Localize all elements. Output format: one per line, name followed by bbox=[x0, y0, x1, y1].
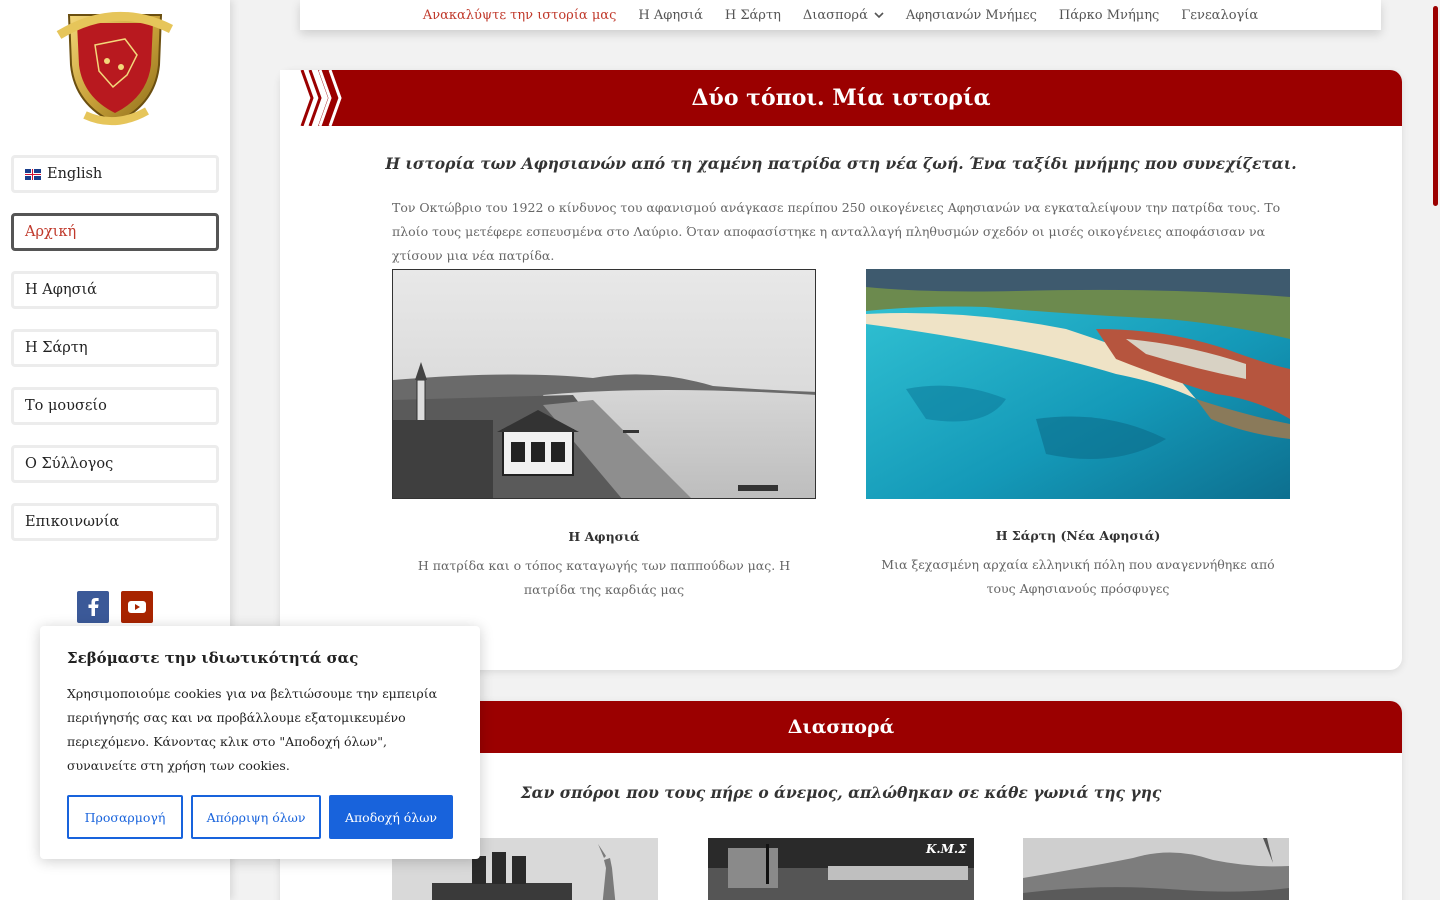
nav-label: Ανακαλύψτε την ιστορία μας bbox=[422, 7, 617, 23]
station-photo-caption: Κ.Μ.Σ bbox=[925, 842, 967, 856]
nav-label: Πάρκο Μνήμης bbox=[1058, 7, 1160, 23]
nav-diaspora[interactable]: Διασπορά bbox=[803, 8, 884, 23]
nav-label: Γενεαλογία bbox=[1181, 7, 1259, 23]
diaspora-heading: Διασπορά bbox=[787, 716, 895, 738]
sidebar-item-label: Το μουσείο bbox=[25, 398, 107, 414]
afisia-historic-photo bbox=[392, 269, 816, 499]
chevron-decoration-icon bbox=[280, 70, 342, 126]
language-label: English bbox=[47, 166, 103, 182]
sidebar-item-label: Επικοινωνία bbox=[25, 514, 120, 530]
youtube-icon bbox=[128, 601, 146, 613]
diaspora-landscape-image bbox=[1023, 838, 1289, 900]
nav-memorial-park[interactable]: Πάρκο Μνήμης bbox=[1059, 8, 1159, 23]
nav-memories[interactable]: Αφησιανών Μνήμες bbox=[906, 8, 1037, 23]
place1-description: Η πατρίδα και ο τόπος καταγωγής των παππ… bbox=[417, 558, 791, 597]
two-places-section: Δύο τόποι. Μία ιστορία Η ιστορία των Αφη… bbox=[280, 70, 1402, 670]
sidebar-item-home[interactable]: Αρχική bbox=[11, 213, 219, 251]
nav-discover-history[interactable]: Ανακαλύψτε την ιστορία μας bbox=[423, 8, 617, 23]
section-subtitle: Η ιστορία των Αφησιανών από τη χαμένη πα… bbox=[385, 154, 1297, 173]
uk-flag-icon bbox=[25, 168, 41, 180]
intro-paragraph: Τον Οκτώβριο του 1922 ο κίνδυνος του αφα… bbox=[392, 200, 1281, 263]
place1-title: Η Αφησιά bbox=[568, 529, 640, 544]
nav-afisia[interactable]: Η Αφησιά bbox=[638, 8, 703, 23]
facebook-link[interactable] bbox=[77, 591, 109, 623]
nav-label: Η Σάρτη bbox=[724, 7, 781, 23]
diaspora-photo-station: Κ.Μ.Σ bbox=[708, 838, 974, 900]
language-switcher-english[interactable]: English bbox=[11, 155, 219, 193]
youtube-link[interactable] bbox=[121, 591, 153, 623]
association-crest-logo[interactable] bbox=[55, 5, 175, 127]
place2-description: Μια ξεχασμένη αρχαία ελληνική πόλη που α… bbox=[881, 557, 1275, 596]
diaspora-station-image: Κ.Μ.Σ bbox=[708, 838, 974, 900]
cookie-title: Σεβόμαστε την ιδιωτικότητά σας bbox=[67, 649, 359, 667]
section-banner: Δύο τόποι. Μία ιστορία bbox=[280, 70, 1402, 126]
afisia-historic-image bbox=[393, 270, 815, 498]
nav-genealogy[interactable]: Γενεαλογία bbox=[1181, 8, 1258, 23]
sarti-aerial-image bbox=[866, 269, 1290, 499]
sidebar-item-label: Η Αφησιά bbox=[25, 282, 97, 298]
cookie-reject-all-button[interactable]: Απόρριψη όλων bbox=[191, 795, 321, 839]
nav-sarti[interactable]: Η Σάρτη bbox=[725, 8, 781, 23]
chevron-down-icon bbox=[874, 11, 884, 18]
section-heading: Δύο τόποι. Μία ιστορία bbox=[691, 85, 991, 111]
sidebar-item-association[interactable]: Ο Σύλλογος bbox=[11, 445, 219, 483]
sidebar-item-museum[interactable]: Το μουσείο bbox=[11, 387, 219, 425]
cookie-accept-all-button[interactable]: Αποδοχή όλων bbox=[329, 795, 453, 839]
sarti-aerial-photo bbox=[866, 269, 1290, 499]
top-navigation: Ανακαλύψτε την ιστορία μας Η Αφησιά Η Σά… bbox=[300, 0, 1381, 30]
scrollbar-thumb[interactable] bbox=[1433, 6, 1438, 206]
nav-label: Αφησιανών Μνήμες bbox=[905, 7, 1037, 23]
cookie-consent-banner: Σεβόμαστε την ιδιωτικότητά σας Χρησιμοπο… bbox=[40, 626, 480, 859]
sidebar-item-contact[interactable]: Επικοινωνία bbox=[11, 503, 219, 541]
nav-label: Η Αφησιά bbox=[638, 7, 703, 23]
facebook-icon bbox=[88, 598, 99, 616]
page-scrollbar[interactable] bbox=[1430, 0, 1440, 900]
place2-title: Η Σάρτη (Νέα Αφησιά) bbox=[995, 528, 1161, 543]
sidebar-item-label: Ο Σύλλογος bbox=[25, 456, 114, 472]
sidebar-item-label: Η Σάρτη bbox=[25, 340, 88, 356]
sidebar-item-sarti[interactable]: Η Σάρτη bbox=[11, 329, 219, 367]
cookie-description: Χρησιμοποιούμε cookies για να βελτιώσουμ… bbox=[67, 686, 438, 773]
sidebar-item-afisia[interactable]: Η Αφησιά bbox=[11, 271, 219, 309]
sidebar-item-label: Αρχική bbox=[25, 224, 77, 240]
nav-label: Διασπορά bbox=[802, 7, 868, 23]
diaspora-photo-landscape bbox=[1023, 838, 1289, 900]
cookie-customize-button[interactable]: Προσαρμογή bbox=[67, 795, 183, 839]
